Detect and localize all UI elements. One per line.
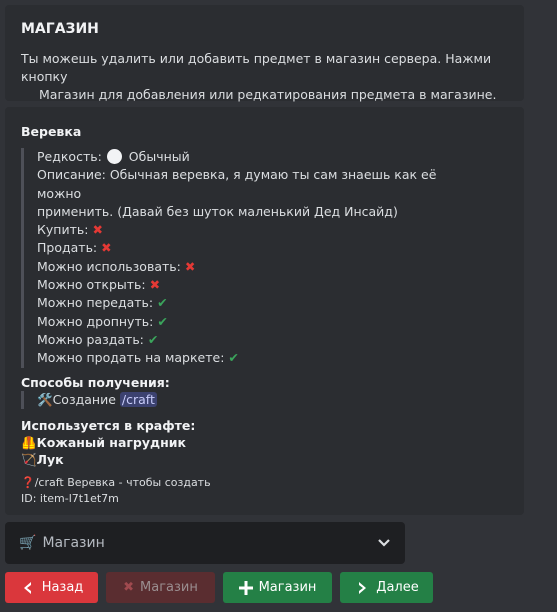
shop-remove-button-disabled[interactable]: ✖ Магазин: [106, 572, 215, 603]
cart-icon: 🛒: [19, 535, 37, 551]
property-label: Можно передать:: [37, 295, 154, 311]
property-label: Купить:: [37, 222, 89, 238]
shop-info-embed: МАГАЗИН Ты можешь удалить или добавить п…: [5, 5, 524, 102]
property-row: Можно продать на маркете: ✔: [37, 349, 510, 367]
property-row: Можно открыть: ✖: [37, 276, 510, 294]
item-properties-quote: Редкость: Обычный Описание: Обычная вере…: [21, 148, 510, 368]
item-title: Веревка: [21, 124, 82, 139]
property-row: Купить: ✖: [37, 221, 510, 239]
cross-icon: ✖: [184, 258, 196, 274]
rarity-label: Редкость:: [37, 149, 102, 164]
check-icon: ✔: [157, 313, 168, 329]
shop-add-label: Магазин: [258, 580, 317, 595]
rarity-row: Редкость: Обычный: [37, 148, 510, 166]
select-label: Магазин: [42, 535, 105, 551]
bow-icon: 🏹: [21, 452, 37, 468]
rarity-value: Обычный: [128, 149, 190, 164]
armor-icon: 🦺: [21, 434, 37, 450]
used-item-bow: 🏹Лук: [21, 452, 64, 468]
property-label: Продать:: [37, 240, 98, 256]
property-label: Можно открыть:: [37, 277, 146, 293]
obtain-title: Способы получения:: [21, 374, 170, 390]
obtain-text: Создание: [52, 391, 116, 407]
item-id: ID: item-l7t1et7m: [21, 491, 119, 505]
properties-list: Купить: ✖ Продать: ✖ Можно использовать: ✖ Мож…: [37, 221, 510, 367]
description-line1: Описание: Обычная веревка, я думаю ты са…: [37, 167, 437, 201]
property-row: Продать: ✖: [37, 239, 510, 257]
description-line2: применить. (Давай без шуток маленький Де…: [37, 203, 398, 219]
plus-icon: [238, 580, 253, 595]
arrow-left-icon: [23, 581, 31, 594]
shop-remove-label: Магазин: [140, 580, 198, 595]
back-button-label: Назад: [41, 580, 84, 595]
cross-icon: ✖: [149, 277, 161, 293]
chevron-down-icon: [378, 539, 390, 547]
next-button-label: Далее: [376, 580, 419, 595]
next-button[interactable]: Далее: [340, 572, 433, 603]
cross-icon: ✖: [101, 240, 112, 256]
obtain-row: 🛠️Создание /craft: [21, 390, 510, 409]
check-icon: ✔: [228, 350, 239, 366]
property-label: Можно продать на маркете:: [37, 350, 225, 366]
check-icon: ✔: [147, 331, 159, 347]
property-row: Можно использовать: ✖: [37, 258, 510, 276]
item-embed: Веревка Редкость: Обычный Описание: Обыч…: [5, 107, 524, 515]
hammer-wrench-icon: 🛠️: [37, 391, 53, 407]
check-icon: ✔: [157, 295, 168, 311]
craft-command-mention[interactable]: /craft: [119, 391, 157, 407]
shop-add-button[interactable]: Магазин: [223, 572, 332, 603]
used-item-leather-chest: 🦺Кожаный нагрудник: [21, 434, 186, 450]
back-button[interactable]: Назад: [5, 572, 98, 603]
property-row: Можно раздать: ✔: [37, 331, 510, 349]
craft-hint: ❓/craft Веревка - чтобы создать: [21, 475, 211, 489]
arrow-right-icon: [359, 581, 367, 594]
property-label: Можно использовать:: [37, 258, 181, 274]
shop-select-menu[interactable]: 🛒 Магазин: [5, 522, 405, 564]
property-row: Можно дропнуть: ✔: [37, 313, 510, 331]
property-row: Можно передать: ✔: [37, 294, 510, 312]
embed-title: МАГАЗИН: [21, 21, 99, 37]
embed-description-line2: Магазин для добавления или редкатировани…: [39, 87, 497, 102]
cross-icon: ✖: [92, 222, 103, 238]
property-label: Можно дропнуть:: [37, 313, 154, 329]
used-title: Используется в крафте:: [21, 417, 196, 433]
cross-icon: ✖: [123, 580, 135, 595]
question-icon: ❓: [21, 475, 35, 489]
embed-description-line1: Ты можешь удалить или добавить предмет в…: [21, 51, 492, 84]
property-label: Можно раздать:: [37, 331, 144, 347]
white-circle-icon: [106, 149, 122, 164]
